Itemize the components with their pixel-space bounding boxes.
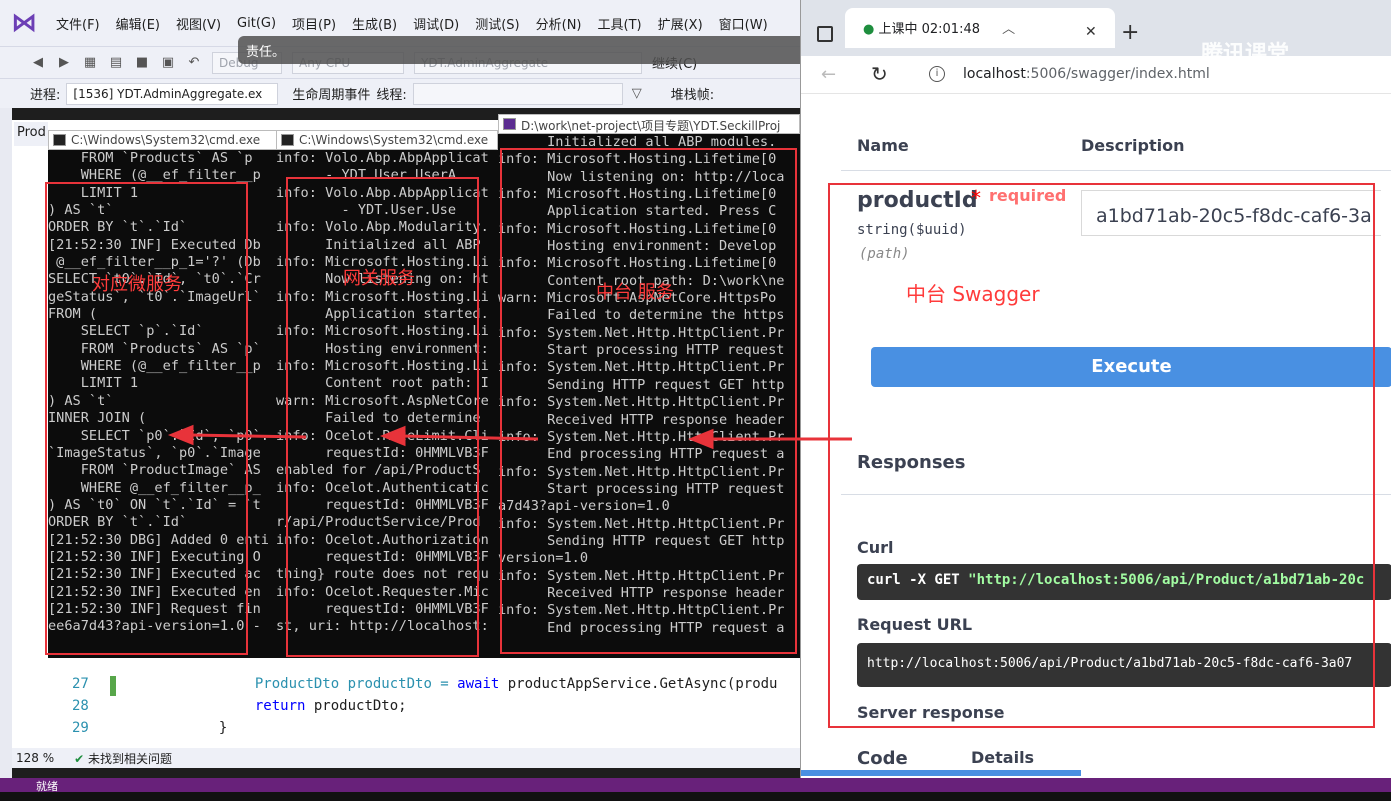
arrow-gateway-to-micro bbox=[189, 433, 307, 439]
arrow-head bbox=[687, 428, 714, 450]
arrow-head bbox=[379, 425, 406, 447]
flow-arrows bbox=[167, 424, 852, 450]
arrow-middle-to-gateway bbox=[401, 434, 539, 441]
arrow-head bbox=[167, 424, 194, 446]
